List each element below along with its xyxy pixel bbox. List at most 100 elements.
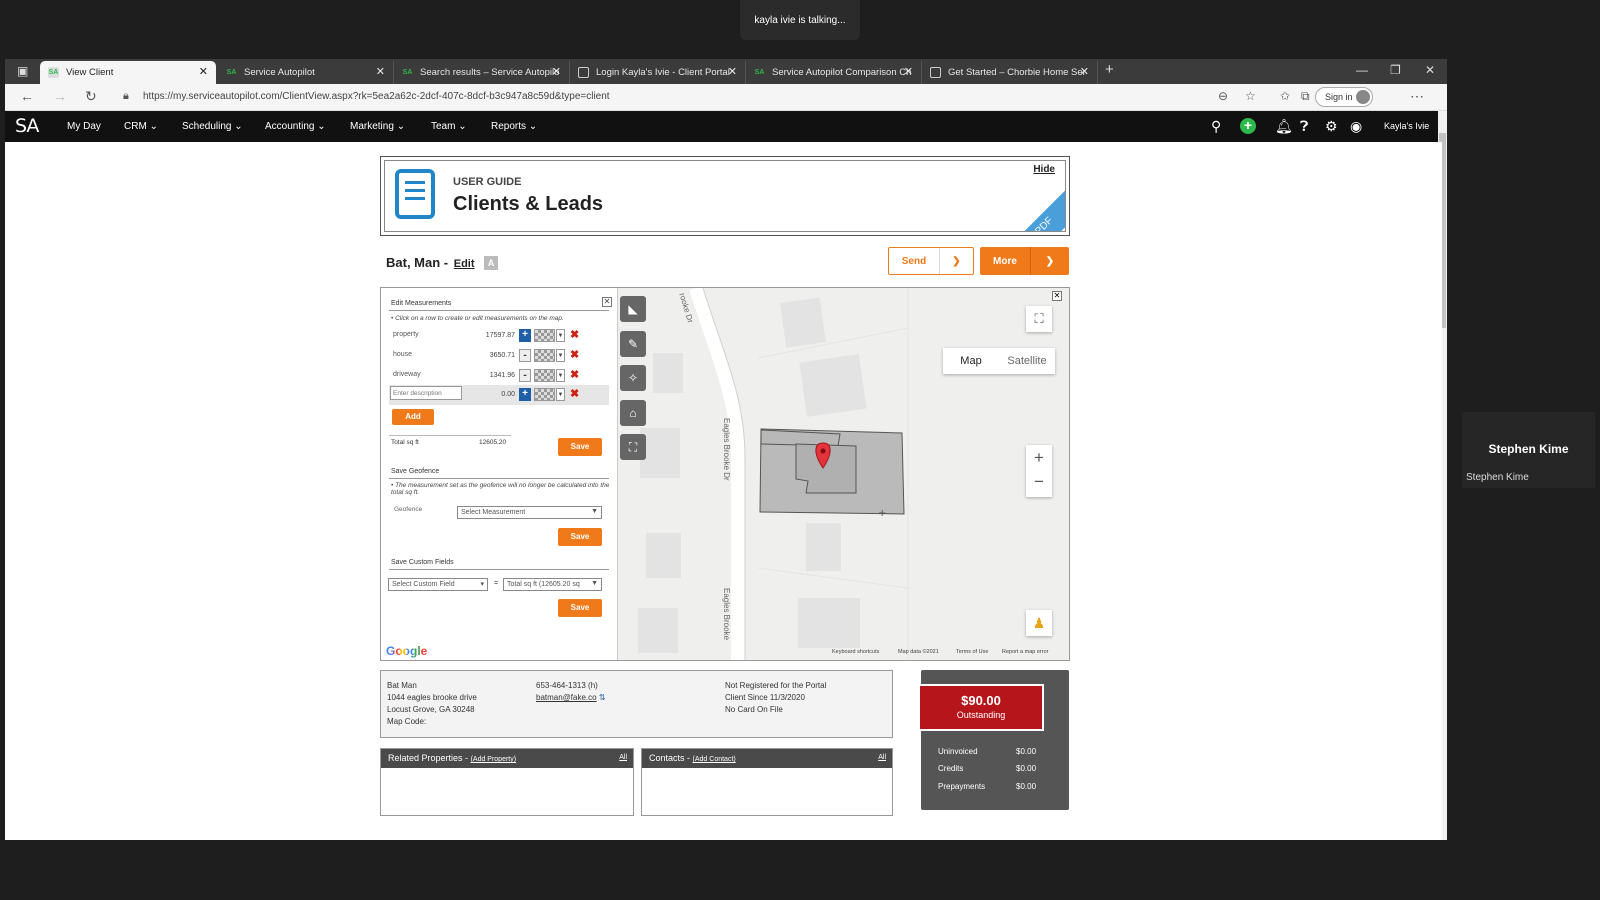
measurement-row[interactable]: driveway 1341.96 - ▼ ✖ bbox=[393, 369, 579, 385]
back-icon[interactable]: ← bbox=[20, 88, 34, 104]
terms-link[interactable]: Terms of Use bbox=[956, 649, 988, 655]
collections-icon[interactable]: ⧉ bbox=[1301, 89, 1310, 104]
participant-tile[interactable]: Stephen Kime Stephen Kime bbox=[1462, 412, 1595, 488]
outstanding-badge[interactable]: $90.00 Outstanding bbox=[918, 684, 1044, 731]
tab-chorbie[interactable]: Get Started – Chorbie Home Ser ✕ bbox=[922, 61, 1098, 84]
ruler-tool-icon[interactable]: ◣ bbox=[620, 296, 646, 322]
delete-icon[interactable]: ✖ bbox=[570, 329, 579, 342]
nav-my-day[interactable]: My Day bbox=[67, 121, 101, 132]
close-tab-icon[interactable]: ✕ bbox=[1080, 65, 1089, 78]
nav-marketing[interactable]: Marketing ⌄ bbox=[350, 121, 405, 132]
sa-logo[interactable]: SA bbox=[15, 115, 39, 137]
pegman-icon[interactable]: ♟ bbox=[1026, 610, 1052, 636]
tab-comparison[interactable]: SA Service Autopilot Comparison Ch ✕ bbox=[746, 61, 922, 84]
user-guide-banner[interactable]: USER GUIDE Clients & Leads Hide PDF bbox=[380, 156, 1070, 236]
close-tab-icon[interactable]: ✕ bbox=[728, 65, 737, 78]
add-measurement-plus[interactable]: + bbox=[519, 388, 531, 401]
tab-client-portal[interactable]: Login Kayla's Ivie - Client Portal ✕ bbox=[570, 61, 746, 84]
nav-team[interactable]: Team ⌄ bbox=[431, 121, 467, 132]
zoom-out-button[interactable]: − bbox=[1026, 471, 1052, 497]
swatch-dropdown-icon[interactable]: ▼ bbox=[556, 388, 565, 401]
restore-icon[interactable]: ❐ bbox=[1390, 63, 1401, 77]
swatch-dropdown-icon[interactable]: ▼ bbox=[556, 369, 565, 382]
delete-icon[interactable]: ✖ bbox=[570, 349, 579, 362]
measurement-row[interactable]: house 3650.71 - ▼ ✖ bbox=[393, 349, 579, 365]
expand-tool-icon[interactable]: ⛶ bbox=[620, 434, 646, 460]
forward-icon[interactable]: → bbox=[53, 88, 67, 104]
pdf-badge[interactable]: PDF bbox=[1004, 186, 1065, 231]
email-icon[interactable]: ⇅ bbox=[599, 693, 606, 702]
hide-link[interactable]: Hide bbox=[1033, 164, 1055, 175]
color-swatch[interactable] bbox=[534, 369, 555, 382]
bell-icon[interactable]: 🔔︎ bbox=[1275, 118, 1293, 135]
close-tab-icon[interactable]: ✕ bbox=[904, 65, 913, 78]
save-custom-field-button[interactable]: Save bbox=[558, 599, 602, 617]
close-tab-icon[interactable]: ✕ bbox=[376, 65, 385, 78]
home-tool-icon[interactable]: ⌂ bbox=[620, 400, 646, 426]
color-swatch[interactable] bbox=[534, 388, 555, 401]
edit-link[interactable]: Edit bbox=[454, 258, 475, 270]
email-link[interactable]: batman@fake.co bbox=[536, 693, 597, 702]
description-input[interactable] bbox=[390, 386, 462, 400]
more-button[interactable]: More bbox=[980, 247, 1031, 275]
nav-scheduling[interactable]: Scheduling ⌄ bbox=[182, 121, 243, 132]
delete-icon[interactable]: ✖ bbox=[570, 388, 579, 401]
close-icon[interactable]: ✕ bbox=[602, 297, 612, 307]
refresh-icon[interactable]: ↻ bbox=[85, 88, 97, 105]
tab-service-autopilot[interactable]: SA Service Autopilot ✕ bbox=[218, 61, 394, 84]
custom-value-select[interactable]: Total sq ft (12605.20 sq ▼ bbox=[503, 578, 602, 591]
nav-reports[interactable]: Reports ⌄ bbox=[491, 121, 537, 132]
all-contacts-link[interactable]: All bbox=[878, 754, 886, 761]
save-measurements-button[interactable]: Save bbox=[558, 438, 602, 456]
more-dropdown-button[interactable]: ❯ bbox=[1031, 247, 1069, 275]
add-icon[interactable]: + bbox=[1240, 118, 1256, 134]
close-tab-icon[interactable]: ✕ bbox=[552, 65, 561, 78]
swatch-dropdown-icon[interactable]: ▼ bbox=[556, 349, 565, 362]
close-tab-icon[interactable]: ✕ bbox=[199, 65, 208, 78]
close-window-icon[interactable]: ✕ bbox=[1425, 63, 1435, 77]
tab-actions-icon[interactable]: ▣ bbox=[17, 64, 28, 78]
tab-view-client[interactable]: SA View Client ✕ bbox=[40, 61, 216, 84]
url-field[interactable]: https://my.serviceautopilot.com/ClientVi… bbox=[143, 91, 610, 102]
send-button[interactable]: Send bbox=[889, 248, 940, 274]
zoom-in-button[interactable]: + bbox=[1026, 445, 1052, 471]
user-icon[interactable]: ◉ bbox=[1350, 118, 1362, 135]
map-type-satellite[interactable]: Satellite bbox=[999, 348, 1055, 374]
minimize-icon[interactable]: — bbox=[1356, 63, 1368, 77]
map-view[interactable]: + rooke Dr Eagles Brooke Dr Eagles Brook… bbox=[618, 288, 1070, 660]
keyboard-shortcuts-link[interactable]: Keyboard shortcuts bbox=[832, 649, 879, 655]
measurement-row[interactable]: property 17597.87 + ▼ ✖ bbox=[393, 329, 579, 345]
nav-accounting[interactable]: Accounting ⌄ bbox=[265, 121, 326, 132]
save-geofence-button[interactable]: Save bbox=[558, 528, 602, 546]
new-tab-icon[interactable]: + bbox=[1105, 61, 1114, 78]
locate-tool-icon[interactable]: ✧ bbox=[620, 365, 646, 391]
font-size-icon[interactable]: A bbox=[484, 256, 499, 270]
toggle-button[interactable]: - bbox=[519, 369, 531, 382]
map-type-map[interactable]: Map bbox=[943, 348, 999, 374]
toggle-button[interactable]: - bbox=[519, 349, 531, 362]
phone-number[interactable]: 653-464-1313 (h) bbox=[536, 680, 606, 692]
favorite-icon[interactable]: ☆ bbox=[1245, 89, 1256, 103]
measure-tool-icon[interactable]: ✎ bbox=[620, 331, 646, 357]
zoom-icon[interactable]: ⊖ bbox=[1218, 89, 1228, 103]
report-error-link[interactable]: Report a map error bbox=[1002, 649, 1048, 655]
color-swatch[interactable] bbox=[534, 329, 555, 342]
gear-icon[interactable]: ⚙ bbox=[1325, 118, 1338, 135]
all-properties-link[interactable]: All bbox=[619, 754, 627, 761]
fullscreen-icon[interactable]: ⛶ bbox=[1026, 306, 1052, 332]
geofence-select[interactable]: Select Measurement ▼ bbox=[457, 506, 602, 519]
send-dropdown-button[interactable]: ❯ bbox=[940, 248, 973, 274]
map-canvas[interactable]: + bbox=[618, 288, 1070, 660]
toggle-button[interactable]: + bbox=[519, 329, 531, 342]
delete-icon[interactable]: ✖ bbox=[570, 369, 579, 382]
close-map-icon[interactable]: ✕ bbox=[1052, 291, 1062, 301]
add-contact-link[interactable]: (Add Contact) bbox=[693, 756, 736, 763]
add-property-link[interactable]: (Add Property) bbox=[471, 756, 517, 763]
nav-crm[interactable]: CRM ⌄ bbox=[124, 121, 158, 132]
add-button[interactable]: Add bbox=[392, 409, 434, 425]
swatch-dropdown-icon[interactable]: ▼ bbox=[556, 329, 565, 342]
sign-in-button[interactable]: Sign in bbox=[1315, 87, 1373, 107]
lock-icon[interactable]: 🔒︎ bbox=[123, 90, 129, 103]
tab-search-results[interactable]: SA Search results – Service Autopilo ✕ bbox=[394, 61, 570, 84]
more-icon[interactable]: ⋯ bbox=[1410, 88, 1424, 105]
